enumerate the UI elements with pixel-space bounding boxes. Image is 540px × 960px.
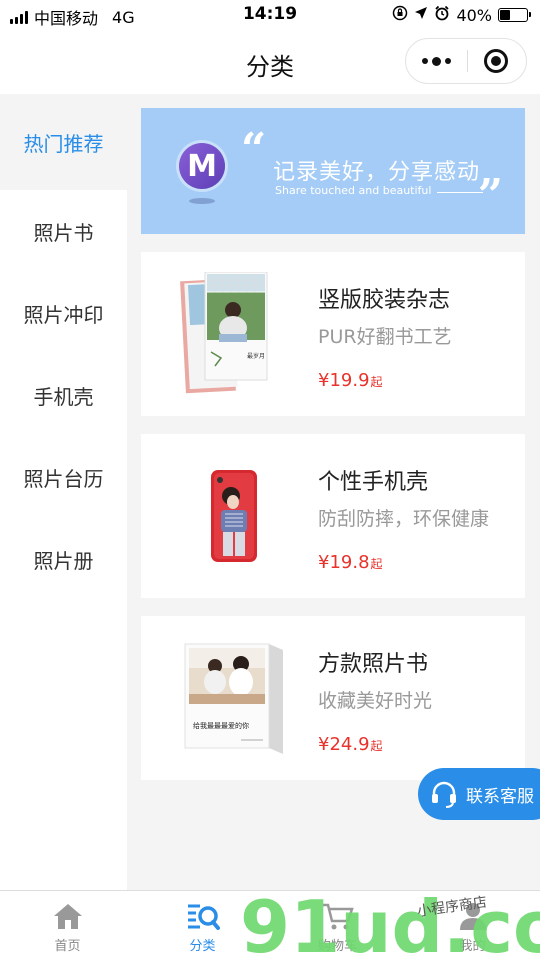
- battery-percent: 40%: [456, 5, 492, 25]
- product-card-square-book[interactable]: 给我最最最爱的你 方款照片书 收藏美好时光 ¥24.9起: [141, 616, 525, 780]
- price-value: ¥19.9: [318, 370, 370, 391]
- battery-icon: [498, 8, 531, 22]
- product-card-magazine[interactable]: 最岁月 竖版胶装杂志 PUR好翻书工艺 ¥19.9起: [141, 252, 525, 416]
- tab-category[interactable]: 分类: [135, 891, 270, 960]
- banner-subtitle: Share touched and beautiful: [275, 184, 432, 197]
- contact-label: 联系客服: [466, 786, 534, 807]
- tab-label: 购物车: [317, 939, 357, 954]
- category-content: M “ 记录美好，分享感动 Share touched and beautifu…: [141, 108, 525, 780]
- tab-label: 分类: [189, 939, 216, 954]
- price-suffix: 起: [370, 557, 383, 571]
- miniprogram-capsule: [405, 38, 527, 84]
- sidebar-item-calendar[interactable]: 照片台历: [0, 436, 127, 518]
- sidebar-item-photo-print[interactable]: 照片冲印: [0, 272, 127, 354]
- price-suffix: 起: [370, 739, 383, 753]
- price-value: ¥24.9: [318, 734, 370, 755]
- product-price: ¥24.9起: [318, 734, 383, 755]
- home-icon: [53, 904, 82, 929]
- banner-headline: 记录美好，分享感动: [273, 160, 481, 185]
- close-quote: ”: [477, 170, 503, 221]
- logo-shadow: [189, 198, 215, 204]
- more-menu-icon[interactable]: [406, 39, 467, 83]
- sidebar-item-photo-book[interactable]: 照片书: [0, 190, 127, 272]
- profile-icon: [459, 903, 486, 930]
- open-quote: “: [241, 124, 267, 175]
- magazine-image: 最岁月: [180, 272, 268, 394]
- tab-mine[interactable]: 我的: [405, 891, 540, 960]
- status-bar: 中国移动 4G 14:19 40%: [0, 0, 540, 30]
- product-subtitle: 收藏美好时光: [318, 690, 433, 712]
- price-value: ¥19.8: [318, 552, 370, 573]
- cart-icon: [322, 903, 354, 930]
- status-right: 40%: [392, 5, 531, 25]
- sidebar-item-album[interactable]: 照片册: [0, 518, 127, 600]
- close-miniprogram-icon[interactable]: [466, 39, 526, 83]
- svg-text:最岁月: 最岁月: [247, 352, 265, 360]
- category-search-icon: [187, 904, 220, 930]
- banner-divider: [437, 192, 483, 193]
- brand-logo: M: [179, 143, 225, 189]
- sidebar-item-phone-case[interactable]: 手机壳: [0, 354, 127, 436]
- rotation-lock-icon: [392, 5, 408, 25]
- headset-icon: [430, 780, 458, 808]
- svg-text:给我最最最爱的你: 给我最最最爱的你: [193, 721, 249, 730]
- alarm-icon: [434, 5, 450, 25]
- sidebar-item-hot[interactable]: 热门推荐: [0, 94, 127, 190]
- price-suffix: 起: [370, 375, 383, 389]
- tab-label: 我的: [459, 939, 486, 954]
- nav-bar: 分类: [0, 30, 540, 94]
- product-subtitle: 防刮防摔，环保健康: [318, 508, 490, 530]
- tab-cart[interactable]: 购物车: [270, 891, 405, 960]
- photo-book-image: 给我最最最爱的你: [184, 643, 283, 754]
- location-arrow-icon: [414, 6, 428, 24]
- product-card-phone-case[interactable]: 个性手机壳 防刮防摔，环保健康 ¥19.8起: [141, 434, 525, 598]
- product-price: ¥19.8起: [318, 552, 383, 573]
- tab-home[interactable]: 首页: [0, 891, 135, 960]
- product-title: 方款照片书: [318, 652, 429, 677]
- product-subtitle: PUR好翻书工艺: [318, 326, 452, 348]
- contact-service-button[interactable]: 联系客服: [418, 768, 540, 820]
- phone-case-image: [211, 470, 257, 562]
- product-title: 个性手机壳: [318, 470, 429, 495]
- product-price: ¥19.9起: [318, 370, 383, 391]
- category-sidebar: 热门推荐 照片书 照片冲印 手机壳 照片台历 照片册: [0, 94, 127, 890]
- tab-label: 首页: [54, 939, 81, 954]
- promo-banner[interactable]: M “ 记录美好，分享感动 Share touched and beautifu…: [141, 108, 525, 234]
- product-title: 竖版胶装杂志: [318, 288, 451, 313]
- tab-bar: 首页 分类 购物车 我的: [0, 890, 540, 960]
